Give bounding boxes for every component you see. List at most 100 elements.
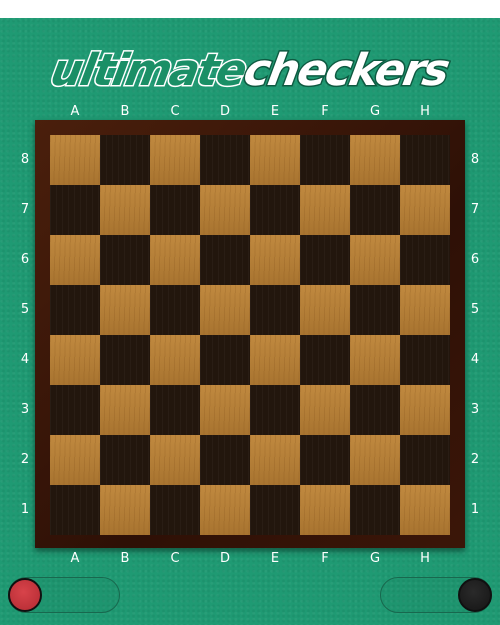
board-square-b1[interactable] <box>100 485 150 535</box>
board-square-f1[interactable] <box>300 485 350 535</box>
board-square-c4[interactable] <box>150 335 200 385</box>
board-square-b5[interactable] <box>100 285 150 335</box>
logo-word-checkers: checkers <box>239 43 454 97</box>
board-square-g4[interactable] <box>350 335 400 385</box>
board-square-f5[interactable] <box>300 285 350 335</box>
board-square-h6[interactable] <box>400 235 450 285</box>
board-square-b6[interactable] <box>100 235 150 285</box>
board-square-a2[interactable] <box>50 435 100 485</box>
board-square-g5[interactable] <box>350 285 400 335</box>
board-square-g8[interactable] <box>350 135 400 185</box>
column-label: D <box>219 551 230 566</box>
logo-word-ultimate: ultimate <box>46 43 251 97</box>
board-square-g7[interactable] <box>350 185 400 235</box>
board-square-h2[interactable] <box>400 435 450 485</box>
board-square-e3[interactable] <box>250 385 300 435</box>
row-label: 3 <box>470 402 480 417</box>
board-square-e1[interactable] <box>250 485 300 535</box>
board-square-b8[interactable] <box>100 135 150 185</box>
board-square-h1[interactable] <box>400 485 450 535</box>
board-square-b7[interactable] <box>100 185 150 235</box>
board-square-f8[interactable] <box>300 135 350 185</box>
red-checker-icon <box>8 578 42 612</box>
row-label: 8 <box>20 152 30 167</box>
column-labels-bottom: A B C D E F G H <box>50 551 450 567</box>
row-label: 2 <box>470 452 480 467</box>
row-label: 1 <box>470 502 480 517</box>
board-square-d3[interactable] <box>200 385 250 435</box>
board-square-c3[interactable] <box>150 385 200 435</box>
board-square-d2[interactable] <box>200 435 250 485</box>
board-square-c2[interactable] <box>150 435 200 485</box>
column-label: E <box>270 551 280 566</box>
board-square-a8[interactable] <box>50 135 100 185</box>
row-label: 3 <box>20 402 30 417</box>
top-bar <box>0 0 500 18</box>
board-square-h8[interactable] <box>400 135 450 185</box>
column-label: G <box>369 551 381 566</box>
board-square-h5[interactable] <box>400 285 450 335</box>
board-square-e4[interactable] <box>250 335 300 385</box>
board-square-a1[interactable] <box>50 485 100 535</box>
board-square-d7[interactable] <box>200 185 250 235</box>
row-label: 6 <box>470 252 480 267</box>
board-square-c8[interactable] <box>150 135 200 185</box>
column-label: F <box>321 104 329 119</box>
row-label: 7 <box>470 202 480 217</box>
board-square-f6[interactable] <box>300 235 350 285</box>
board-square-g6[interactable] <box>350 235 400 285</box>
board-square-d5[interactable] <box>200 285 250 335</box>
column-label: E <box>270 104 280 119</box>
column-label: A <box>70 551 80 566</box>
row-label: 2 <box>20 452 30 467</box>
checkerboard[interactable] <box>50 135 450 535</box>
board-square-a5[interactable] <box>50 285 100 335</box>
column-label: A <box>70 104 80 119</box>
board-square-f3[interactable] <box>300 385 350 435</box>
board-square-a3[interactable] <box>50 385 100 435</box>
board-square-b2[interactable] <box>100 435 150 485</box>
column-label: G <box>369 104 381 119</box>
board-square-d4[interactable] <box>200 335 250 385</box>
row-label: 8 <box>470 152 480 167</box>
black-checker-icon <box>458 578 492 612</box>
column-label: F <box>321 551 329 566</box>
board-square-f7[interactable] <box>300 185 350 235</box>
board-square-f2[interactable] <box>300 435 350 485</box>
board-square-c5[interactable] <box>150 285 200 335</box>
board-square-e8[interactable] <box>250 135 300 185</box>
board-square-e5[interactable] <box>250 285 300 335</box>
board-square-f4[interactable] <box>300 335 350 385</box>
board-square-g3[interactable] <box>350 385 400 435</box>
board-square-h7[interactable] <box>400 185 450 235</box>
column-label: C <box>170 104 180 119</box>
board-square-d1[interactable] <box>200 485 250 535</box>
row-label: 5 <box>20 302 30 317</box>
column-label: B <box>120 104 130 119</box>
board-square-h4[interactable] <box>400 335 450 385</box>
board-square-c1[interactable] <box>150 485 200 535</box>
row-labels-right: 8 7 6 5 4 3 2 1 <box>467 135 483 535</box>
row-label: 5 <box>470 302 480 317</box>
board-square-c7[interactable] <box>150 185 200 235</box>
column-label: H <box>420 104 430 119</box>
board-square-h3[interactable] <box>400 385 450 435</box>
board-square-c6[interactable] <box>150 235 200 285</box>
board-square-g2[interactable] <box>350 435 400 485</box>
column-labels-top: A B C D E F G H <box>50 104 450 120</box>
board-square-e2[interactable] <box>250 435 300 485</box>
board-square-g1[interactable] <box>350 485 400 535</box>
board-square-b3[interactable] <box>100 385 150 435</box>
board-square-a4[interactable] <box>50 335 100 385</box>
board-square-a7[interactable] <box>50 185 100 235</box>
board-square-d8[interactable] <box>200 135 250 185</box>
board-square-a6[interactable] <box>50 235 100 285</box>
board-square-e6[interactable] <box>250 235 300 285</box>
column-label: B <box>120 551 130 566</box>
row-label: 6 <box>20 252 30 267</box>
board-square-d6[interactable] <box>200 235 250 285</box>
board-square-e7[interactable] <box>250 185 300 235</box>
game-logo: ultimate checkers <box>46 42 454 98</box>
board-square-b4[interactable] <box>100 335 150 385</box>
row-labels-left: 8 7 6 5 4 3 2 1 <box>17 135 33 535</box>
